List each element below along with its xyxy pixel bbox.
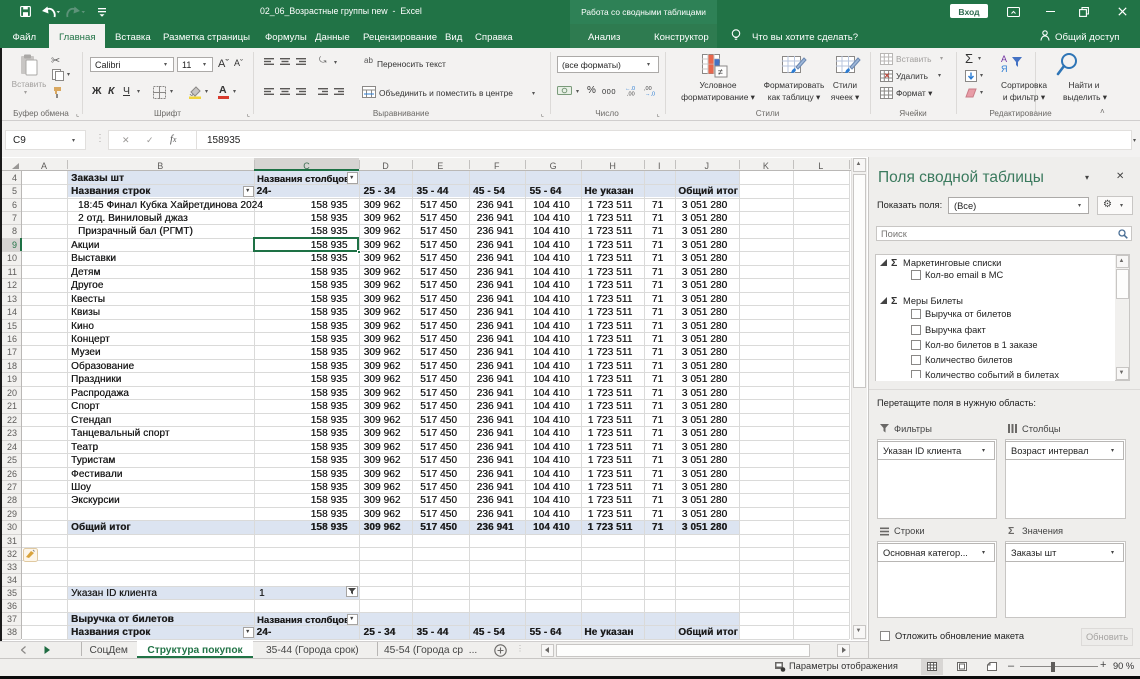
svg-text:Я: Я: [1001, 64, 1008, 74]
svg-text:А: А: [1001, 54, 1007, 64]
svg-text:,00: ,00: [627, 92, 635, 97]
svg-text:→,0: →,0: [645, 92, 655, 97]
svg-text:≠: ≠: [718, 67, 723, 77]
